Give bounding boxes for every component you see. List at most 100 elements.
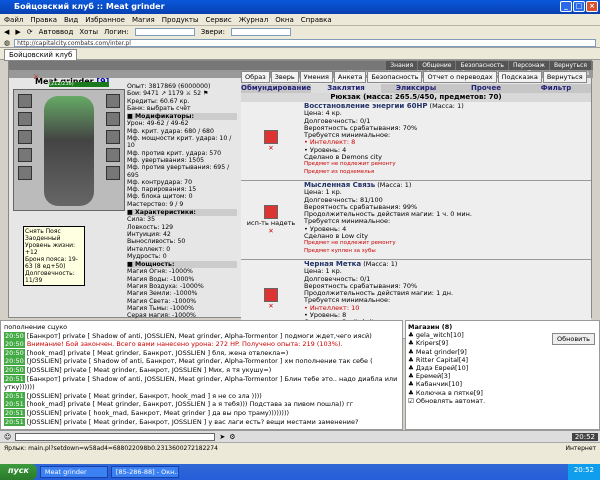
hot-button[interactable]: Хоты <box>79 28 98 36</box>
settings-icon[interactable]: ⚙ <box>229 433 235 441</box>
back-icon[interactable]: ◀ <box>4 28 9 36</box>
chat-time[interactable]: 20:50 <box>4 331 25 340</box>
inventory-tab[interactable]: Обмундирование <box>241 84 311 93</box>
online-user[interactable]: ♣ Дэдэ Еврей[10] <box>408 364 597 372</box>
user-name[interactable]: gela_witch[10] <box>416 331 464 339</box>
menu-item[interactable]: Журнал <box>239 16 268 24</box>
action-button[interactable]: Умения <box>299 71 333 83</box>
send-icon[interactable]: ➤ <box>219 433 225 441</box>
nav-link[interactable]: Знания <box>386 61 418 70</box>
chat-time[interactable]: 20:50 <box>4 357 25 366</box>
chat-time[interactable]: 20:51 <box>4 400 25 409</box>
boots-slot[interactable] <box>106 148 120 162</box>
taskbar-item[interactable]: Meat grinder <box>39 466 108 478</box>
chat-time[interactable]: 20:51 <box>4 417 25 426</box>
auto-refresh-checkbox[interactable]: ☑ Обновлять автомат. <box>408 397 597 405</box>
action-button[interactable]: Вернуться <box>542 71 587 83</box>
nav-link[interactable]: Безопасность <box>456 61 508 70</box>
stat-line: Магия Огня: -1000% <box>127 268 193 276</box>
helmet-slot[interactable] <box>18 94 32 108</box>
action-button[interactable]: Образ <box>241 71 270 83</box>
menu-item[interactable]: Продукты <box>162 16 199 24</box>
nav-link[interactable]: Вернуться <box>549 61 591 70</box>
user-name[interactable]: Еремей[3] <box>416 372 451 380</box>
online-user[interactable]: ♣ Ritter Capital[4] <box>408 356 597 364</box>
inventory-tab[interactable]: Заклятия <box>311 84 381 93</box>
start-button[interactable]: пуск <box>0 464 37 480</box>
online-user[interactable]: ♣ Кабанчик[10] <box>408 380 597 388</box>
use-item-link[interactable]: исп-ть надеть <box>247 219 295 227</box>
item-icon[interactable] <box>264 130 278 144</box>
minimize-button[interactable]: _ <box>560 1 572 12</box>
chat-message: 20:50 [hook_mad] private [ Meat grinder,… <box>4 348 399 358</box>
chat-time[interactable]: 20:50 <box>4 348 25 357</box>
chat-time[interactable]: 20:51 <box>4 391 25 400</box>
ring-slot[interactable] <box>106 166 120 180</box>
chat-message: 20:51 [JOSSLIEN] private [ Meat grinder,… <box>4 391 399 401</box>
delete-icon[interactable]: ✕ <box>268 144 273 152</box>
beasts-select[interactable] <box>231 28 291 36</box>
chat-time[interactable]: 20:51 <box>4 374 25 383</box>
chat-time[interactable]: 20:51 <box>4 408 25 417</box>
inventory-tab[interactable]: Фильтр <box>521 84 591 93</box>
menu-item[interactable]: Файл <box>4 16 23 24</box>
shield-slot[interactable] <box>106 130 120 144</box>
chat-time[interactable]: 20:50 <box>4 365 25 374</box>
forward-icon[interactable]: ▶ <box>15 28 20 36</box>
menu-item[interactable]: Магия <box>132 16 155 24</box>
menu-item[interactable]: Избранное <box>85 16 125 24</box>
earring-slot[interactable] <box>106 94 120 108</box>
character-figure <box>44 96 94 206</box>
chat-input[interactable] <box>15 432 216 441</box>
armor-slot[interactable] <box>18 148 32 162</box>
user-name[interactable]: Kripers[9] <box>416 339 448 347</box>
user-name[interactable]: Колючка в пятке[9] <box>416 389 483 397</box>
gloves-slot[interactable] <box>106 112 120 126</box>
delete-icon[interactable]: ✕ <box>268 302 273 310</box>
user-name[interactable]: Дэдэ Еврей[10] <box>416 364 468 372</box>
user-name[interactable]: Ritter Capital[4] <box>416 356 468 364</box>
user-name[interactable]: Кабанчик[10] <box>416 380 462 388</box>
online-user[interactable]: ♣ Meat grinder[9] <box>408 348 597 356</box>
online-user[interactable]: ♣ Колючка в пятке[9] <box>408 389 597 397</box>
club-tab-bar: Бойцовский клуб <box>0 48 600 61</box>
close-button[interactable]: × <box>586 1 598 12</box>
refresh-icon[interactable]: ⟳ <box>27 28 33 36</box>
menu-item[interactable]: Вид <box>64 16 78 24</box>
amulet-slot[interactable] <box>18 112 32 126</box>
nav-link[interactable]: Персонаж <box>508 61 549 70</box>
delete-icon[interactable]: ✕ <box>268 227 273 235</box>
address-bar: ◍ http://capitalcity.combats.com/inter.p… <box>0 38 600 48</box>
chat-message: 20:51 [JOSSLIEN] private [ Meat grinder,… <box>4 417 399 427</box>
action-button[interactable]: Безопасность <box>367 71 423 83</box>
menu-item[interactable]: Сервис <box>206 16 232 24</box>
menu-item[interactable]: Правка <box>30 16 57 24</box>
chat-time[interactable]: 20:50 <box>4 340 25 349</box>
maximize-button[interactable]: □ <box>573 1 585 12</box>
inventory-tab[interactable]: Эликсиры <box>381 84 451 93</box>
nav-link[interactable]: Общение <box>418 61 456 70</box>
refresh-online-button[interactable]: Обновить <box>551 333 595 346</box>
system-tray-clock: 20:52 <box>567 464 600 480</box>
action-button[interactable]: Зверь <box>270 71 299 83</box>
item-icon[interactable] <box>264 288 278 302</box>
chat-log[interactable]: пополнение сцуко 20:50 [Банкрот] private … <box>0 320 403 430</box>
address-input[interactable]: http://capitalcity.combats.com/inter.pl <box>14 38 596 47</box>
action-button[interactable]: Анкета <box>333 71 367 83</box>
user-name[interactable]: Meat grinder[9] <box>416 348 467 356</box>
inventory-tab[interactable]: Прочее <box>451 84 521 93</box>
action-button[interactable]: Отчет о переводах <box>423 71 497 83</box>
stat-line: Серая магия: -1000% <box>127 312 196 320</box>
taskbar-item[interactable]: [85-286-88] - Окн... <box>110 466 179 478</box>
weapon-slot[interactable] <box>18 130 32 144</box>
item-icon[interactable] <box>264 205 278 219</box>
belt-slot[interactable] <box>18 166 32 180</box>
autofill-button[interactable]: Автоввод <box>39 28 74 36</box>
menu-item[interactable]: Окна <box>275 16 294 24</box>
stat-line: Мф. против крит. удара: 570 <box>127 149 222 157</box>
login-input[interactable] <box>134 28 195 36</box>
menu-item[interactable]: Справка <box>301 16 332 24</box>
emoticon-icon[interactable]: ☺ <box>4 433 11 441</box>
online-user[interactable]: ♣ Еремей[3] <box>408 372 597 380</box>
action-button[interactable]: Подсказка <box>497 71 542 83</box>
